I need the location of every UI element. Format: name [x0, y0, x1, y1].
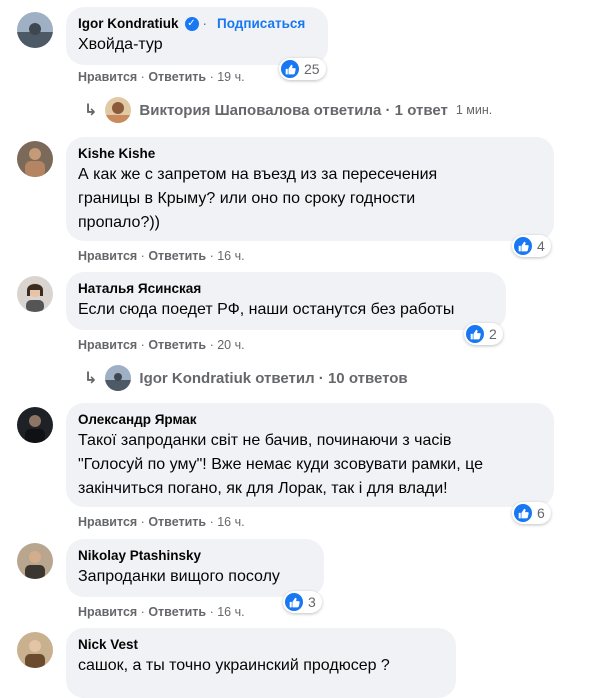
- reply-button[interactable]: Ответить: [148, 249, 206, 263]
- reply-button[interactable]: Ответить: [148, 70, 206, 84]
- comment-text: сашок, а ты точно украинский продюсер ?: [78, 657, 390, 674]
- like-button[interactable]: Нравится: [78, 515, 137, 529]
- reply-button[interactable]: Ответить: [148, 515, 206, 529]
- avatar[interactable]: [17, 407, 53, 443]
- avatar[interactable]: [17, 543, 53, 579]
- reply-button[interactable]: Ответить: [148, 605, 206, 619]
- like-button[interactable]: Нравится: [78, 249, 137, 263]
- comment-actions: Нравится · Ответить · 19 ч.: [78, 70, 245, 84]
- like-button[interactable]: Нравится: [78, 338, 137, 352]
- separator-dot: ·: [202, 16, 208, 31]
- reaction-count[interactable]: 2: [464, 323, 503, 345]
- comment-actions: Нравится · Ответить · 20 ч.: [78, 338, 245, 352]
- comment-time[interactable]: 19 ч.: [217, 70, 244, 84]
- comment-bubble: Наталья Ясинская Если сюда поедет РФ, на…: [66, 272, 506, 330]
- reaction-number: 3: [308, 594, 316, 610]
- comment-text: Такої запроданки світ не бачив, починаюч…: [78, 432, 483, 497]
- reaction-number: 2: [489, 326, 497, 342]
- reply-arrow-icon: ↳: [84, 370, 98, 387]
- like-button[interactable]: Нравится: [78, 70, 137, 84]
- comment-author[interactable]: Олександр Ярмак: [78, 411, 197, 428]
- reply-button[interactable]: Ответить: [148, 338, 206, 352]
- comment-bubble: Олександр Ярмак Такої запроданки світ не…: [66, 403, 554, 507]
- avatar[interactable]: [17, 12, 53, 48]
- reaction-count[interactable]: 3: [283, 591, 322, 613]
- avatar[interactable]: [17, 632, 53, 668]
- reaction-count[interactable]: 4: [512, 235, 551, 257]
- reaction-count[interactable]: 6: [512, 502, 551, 524]
- reaction-number: 25: [304, 61, 320, 77]
- like-icon: [466, 325, 484, 343]
- verified-badge-icon: ✓: [184, 16, 199, 31]
- comment-actions: Нравится · Ответить · 16 ч.: [78, 515, 245, 529]
- comment-text: Если сюда поедет РФ, наши останутся без …: [78, 301, 455, 318]
- reply-thread-time: 1 мин.: [455, 103, 493, 117]
- reply-thread-text: Виктория Шаповалова ответила · 1 ответ: [139, 101, 448, 119]
- comment-author[interactable]: Igor Kondratiuk: [78, 15, 179, 32]
- like-icon: [514, 237, 532, 255]
- like-icon: [514, 504, 532, 522]
- comment-bubble: Igor Kondratiuk ✓ · Подписаться Хвойда-т…: [66, 7, 328, 65]
- comment-author[interactable]: Nikolay Ptashinsky: [78, 547, 201, 564]
- comment-author[interactable]: Nick Vest: [78, 636, 138, 653]
- subscribe-link[interactable]: Подписаться: [217, 15, 305, 32]
- comment-bubble: Nikolay Ptashinsky Запроданки вищого пос…: [66, 539, 324, 597]
- comment-text: А как же с запретом на въезд из за перес…: [78, 166, 438, 231]
- avatar[interactable]: [17, 141, 53, 177]
- reaction-number: 6: [537, 505, 545, 521]
- comment-time[interactable]: 16 ч.: [217, 515, 244, 529]
- reply-arrow-icon: ↳: [84, 102, 98, 119]
- reply-thread-link[interactable]: ↳ Виктория Шаповалова ответила · 1 ответ…: [84, 97, 492, 123]
- like-icon: [281, 60, 299, 78]
- comment-time[interactable]: 16 ч.: [217, 249, 244, 263]
- like-icon: [285, 593, 303, 611]
- avatar[interactable]: [17, 276, 53, 312]
- reaction-count[interactable]: 25: [279, 58, 326, 80]
- avatar: [105, 365, 132, 391]
- comment-actions: Нравится · Ответить · 16 ч.: [78, 605, 245, 619]
- comment-time[interactable]: 20 ч.: [217, 338, 244, 352]
- comment-bubble: Nick Vest сашок, а ты точно украинский п…: [66, 628, 456, 698]
- comment-time[interactable]: 16 ч.: [217, 605, 244, 619]
- reply-thread-link[interactable]: ↳ Igor Kondratiuk ответил · 10 ответов: [84, 365, 408, 391]
- comment-text: Запроданки вищого посолу: [78, 568, 280, 585]
- comment-text: Хвойда-тур: [78, 36, 163, 53]
- reaction-number: 4: [537, 238, 545, 254]
- comment-bubble: Kishe Kishe А как же с запретом на въезд…: [66, 137, 554, 241]
- comment-author[interactable]: Kishe Kishe: [78, 145, 155, 162]
- reply-thread-text: Igor Kondratiuk ответил · 10 ответов: [139, 369, 408, 387]
- comment-actions: Нравится · Ответить · 16 ч.: [78, 249, 245, 263]
- like-button[interactable]: Нравится: [78, 605, 137, 619]
- comment-author[interactable]: Наталья Ясинская: [78, 280, 201, 297]
- avatar: [105, 97, 132, 123]
